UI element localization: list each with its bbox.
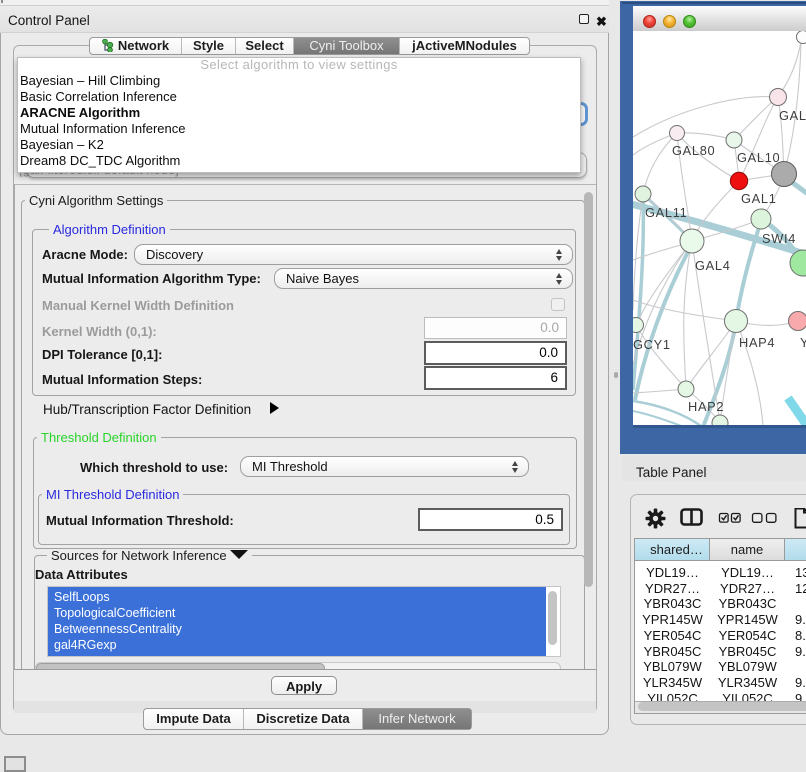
svg-text:HAP2: HAP2	[688, 399, 724, 414]
svg-text:GCY1: GCY1	[633, 337, 671, 352]
svg-text:GAL1: GAL1	[741, 191, 777, 206]
svg-text:YM: YM	[800, 335, 806, 350]
svg-text:GAL7: GAL7	[779, 108, 806, 123]
svg-text:HAP4: HAP4	[739, 335, 775, 350]
svg-text:GAL80: GAL80	[672, 143, 715, 158]
svg-text:GAL11: GAL11	[645, 205, 687, 220]
svg-text:GAL4: GAL4	[695, 258, 731, 273]
svg-text:SWI4: SWI4	[762, 231, 796, 246]
svg-text:GAL10: GAL10	[737, 150, 780, 165]
